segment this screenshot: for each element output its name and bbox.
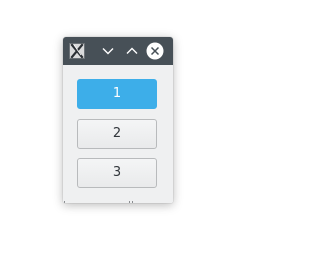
close-button[interactable] [146, 42, 164, 60]
resize-grip-mid-b[interactable] [132, 201, 133, 203]
app-window: 1 2 3 [63, 37, 173, 203]
chevron-up-icon [126, 47, 138, 54]
resize-grip-mid-a[interactable] [129, 201, 130, 203]
x-window-icon[interactable] [69, 43, 85, 59]
minimize-button[interactable] [99, 42, 117, 60]
maximize-button[interactable] [123, 42, 141, 60]
resize-grip-left[interactable] [64, 201, 65, 203]
window-content: 1 2 3 [63, 65, 173, 203]
button-3[interactable]: 3 [77, 158, 157, 188]
chevron-down-icon [102, 48, 114, 55]
button-1[interactable]: 1 [77, 79, 157, 109]
button-2[interactable]: 2 [77, 119, 157, 149]
close-icon [146, 42, 164, 60]
title-bar[interactable] [63, 37, 173, 65]
